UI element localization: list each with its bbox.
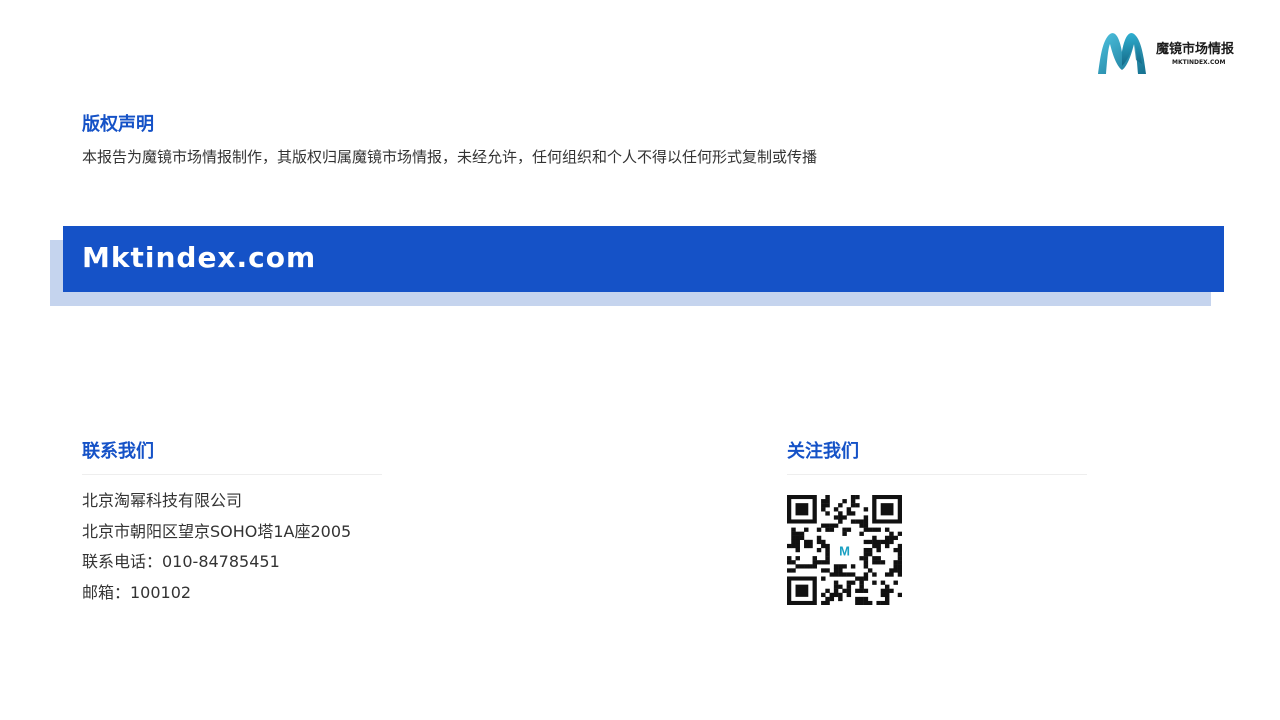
contact-divider — [82, 474, 382, 475]
follow-title: 关注我们 — [787, 441, 859, 462]
logo-name-en: MKTINDEX.COM — [1172, 59, 1226, 66]
address: 北京市朝阳区望京SOHO塔1A座2005 — [82, 521, 352, 541]
qr-code-icon: M — [787, 495, 902, 605]
follow-divider — [787, 474, 1087, 475]
copyright-text: 本报告为魔镜市场情报制作，其版权归属魔镜市场情报，未经允许，任何组织和个人不得以… — [82, 148, 818, 166]
postal-code: 邮箱：100102 — [82, 582, 192, 602]
contact-info: 北京淘幂科技有限公司 北京市朝阳区望京SOHO塔1A座2005 联系电话：010… — [82, 488, 351, 610]
company-name: 北京淘幂科技有限公司 — [82, 491, 243, 510]
phone: 联系电话：010-84785451 — [82, 552, 280, 571]
banner-text: Mktindex.com — [82, 241, 317, 274]
brand-logo: 魔镜市场情报 MKTINDEX.COM — [1094, 30, 1244, 80]
copyright-title: 版权声明 — [82, 114, 154, 135]
contact-title: 联系我们 — [82, 441, 154, 462]
logo-m-icon — [1098, 33, 1146, 74]
banner: Mktindex.com — [63, 226, 1224, 292]
svg-text:M: M — [839, 543, 850, 558]
logo-name-cn: 魔镜市场情报 — [1156, 42, 1235, 57]
